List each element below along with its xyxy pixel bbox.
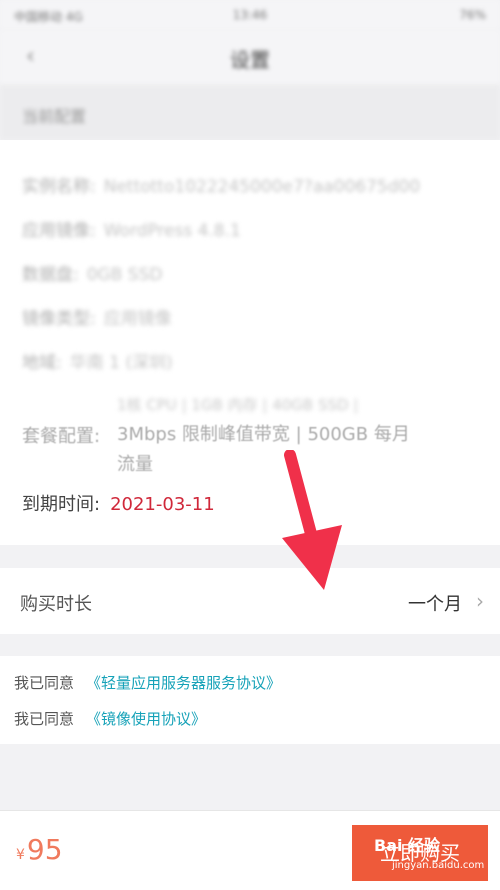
- page-title: 设置: [230, 48, 270, 72]
- info-label: 数据盘:: [22, 265, 79, 285]
- info-label: 地域:: [22, 353, 62, 373]
- info-row-data-disk: 数据盘: 0GB SSD: [22, 260, 162, 285]
- nav-bar: ‹ 设置: [0, 30, 500, 85]
- info-row-app-image: 应用镜像: WordPress 4.8.1: [22, 216, 241, 241]
- baidu-watermark: Bai 经验: [374, 836, 441, 855]
- info-row-instance-name: 实例名称: Nettotto1022245000e7?aa00675d00: [22, 172, 420, 197]
- status-bar: 中国移动 4G 13:46 76%: [0, 0, 500, 30]
- agreements-card: 我已同意 《轻量应用服务器服务协议》 我已同意 《镜像使用协议》: [0, 656, 500, 744]
- red-arrow-annotation-icon: [282, 450, 342, 590]
- purchase-duration-row[interactable]: 购买时长 一个月 ›: [0, 568, 500, 634]
- info-label: 实例名称:: [22, 177, 96, 197]
- clock: 13:46: [232, 8, 268, 22]
- duration-label: 购买时长: [20, 594, 92, 615]
- agreement-row-image: 我已同意 《镜像使用协议》: [14, 708, 206, 729]
- expiry-date: 2021-03-11: [110, 494, 215, 515]
- agreement-row-service: 我已同意 《轻量应用服务器服务协议》: [14, 672, 281, 693]
- expiry-row: 到期时间: 2021-03-11: [22, 490, 215, 516]
- price-amount: 95: [26, 833, 63, 866]
- config-info-card: 实例名称: Nettotto1022245000e7?aa00675d00 应用镜…: [0, 140, 500, 545]
- agreement-prefix: 我已同意: [14, 674, 75, 692]
- watermark-url: jingyan.baidu.com: [392, 860, 485, 871]
- battery-level: 76%: [459, 8, 486, 22]
- info-value: 华南 1 (深圳): [69, 353, 173, 373]
- total-price: ¥95: [16, 833, 63, 866]
- info-row-image-type: 镜像类型: 应用镜像: [22, 304, 172, 329]
- info-row-region: 地域: 华南 1 (深圳): [22, 348, 173, 373]
- plan-label: 套餐配置:: [22, 426, 101, 447]
- info-value: 0GB SSD: [86, 265, 163, 285]
- info-label: 应用镜像:: [22, 221, 96, 241]
- expiry-label: 到期时间:: [22, 494, 101, 515]
- info-label: 镜像类型:: [22, 309, 96, 329]
- agreement-prefix: 我已同意: [14, 710, 75, 728]
- info-value: WordPress 4.8.1: [103, 221, 241, 241]
- currency-symbol: ¥: [16, 847, 25, 863]
- section-header: 当前配置: [0, 85, 500, 140]
- info-value: 应用镜像: [103, 309, 172, 329]
- info-value: Nettotto1022245000e7?aa00675d00: [103, 177, 421, 197]
- service-agreement-link[interactable]: 《轻量应用服务器服务协议》: [86, 674, 281, 692]
- duration-value: 一个月: [408, 594, 462, 615]
- image-agreement-link[interactable]: 《镜像使用协议》: [86, 710, 206, 728]
- chevron-right-icon: ›: [476, 589, 484, 613]
- section-title: 当前配置: [22, 107, 87, 126]
- plan-line-2: 3Mbps 限制峰值带宽 | 500GB 每月: [117, 424, 410, 445]
- plan-line-1: 1核 CPU | 1GB 内存 | 40GB SSD |: [117, 396, 359, 414]
